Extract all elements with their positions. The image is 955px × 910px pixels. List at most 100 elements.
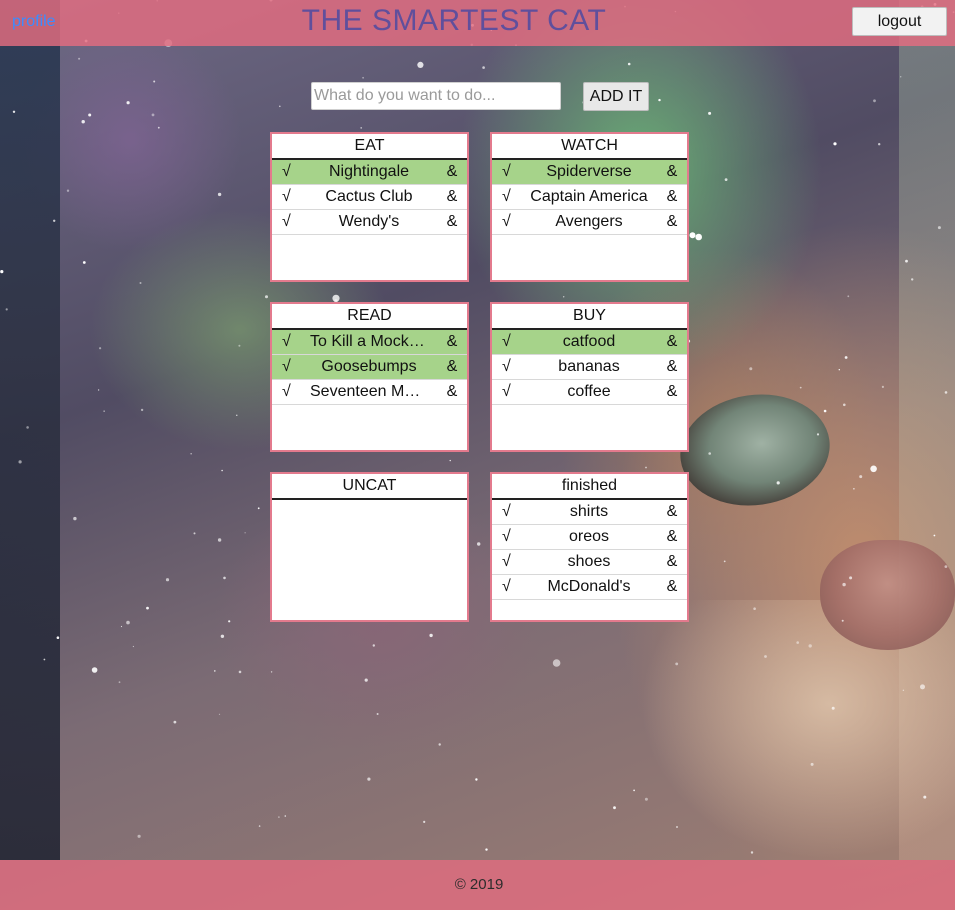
todo-item-row: √ Goosebumps & <box>272 355 467 380</box>
star <box>881 385 885 388</box>
category-card-read: READ √To Kill a Mockingbird&√Goosebumps&… <box>270 302 469 452</box>
check-icon[interactable]: √ <box>502 185 522 209</box>
star <box>449 459 451 462</box>
star <box>676 826 678 828</box>
todo-item-row: √ bananas & <box>492 355 687 380</box>
star <box>120 625 123 628</box>
star <box>18 460 22 464</box>
add-it-button[interactable]: ADD IT <box>583 82 649 111</box>
star <box>360 127 363 129</box>
ampersand-icon[interactable]: & <box>665 525 679 549</box>
check-icon[interactable]: √ <box>282 210 302 234</box>
check-icon[interactable]: √ <box>282 185 302 209</box>
check-icon[interactable]: √ <box>502 500 522 524</box>
star <box>723 560 726 563</box>
star <box>842 582 846 587</box>
ampersand-icon[interactable]: & <box>665 160 679 184</box>
star <box>933 534 936 537</box>
check-icon[interactable]: √ <box>502 550 522 574</box>
star <box>831 706 835 710</box>
ampersand-icon[interactable]: & <box>445 210 459 234</box>
category-title: WATCH <box>492 134 687 160</box>
star <box>173 720 177 724</box>
star <box>689 232 696 239</box>
star <box>844 356 848 359</box>
todo-item-text: bananas <box>558 358 620 375</box>
star <box>228 620 231 623</box>
ampersand-icon[interactable]: & <box>445 355 459 379</box>
ampersand-icon[interactable]: & <box>665 550 679 574</box>
check-icon[interactable]: √ <box>502 210 522 234</box>
star <box>417 61 424 68</box>
check-icon[interactable]: √ <box>502 525 522 549</box>
star <box>258 825 261 827</box>
category-card-uncat: UNCAT <box>270 472 469 622</box>
ampersand-icon[interactable]: & <box>665 355 679 379</box>
star <box>56 636 60 639</box>
todo-item-row: √ Wendy's & <box>272 210 467 235</box>
star <box>902 689 905 691</box>
ampersand-icon[interactable]: & <box>445 330 459 354</box>
todo-item-row: √ Avengers & <box>492 210 687 235</box>
ampersand-icon[interactable]: & <box>665 575 679 599</box>
check-icon[interactable]: √ <box>282 160 302 184</box>
star <box>372 644 375 647</box>
star <box>5 308 8 311</box>
star <box>644 797 648 801</box>
star <box>920 684 925 690</box>
star <box>841 619 844 622</box>
star <box>218 713 221 715</box>
star <box>132 645 134 648</box>
check-icon[interactable]: √ <box>282 380 302 404</box>
ampersand-icon[interactable]: & <box>665 185 679 209</box>
check-icon[interactable]: √ <box>282 355 302 379</box>
todo-item-row: √ Cactus Club & <box>272 185 467 210</box>
todo-input[interactable] <box>311 82 561 110</box>
star <box>66 189 70 192</box>
star <box>870 465 877 473</box>
star <box>91 667 98 673</box>
star <box>238 670 242 674</box>
star <box>923 795 927 799</box>
star <box>764 655 767 658</box>
footer-bar: © 2019 <box>0 860 955 910</box>
star <box>833 142 837 146</box>
star <box>695 233 702 241</box>
star <box>847 295 850 298</box>
logout-button[interactable]: logout <box>852 7 947 36</box>
check-icon[interactable]: √ <box>282 330 302 354</box>
check-icon[interactable]: √ <box>502 380 522 404</box>
item-list: √ Nightingale & √ Cactus Club & √ Wendy's & <box>272 160 467 235</box>
ampersand-icon[interactable]: & <box>445 380 459 404</box>
ampersand-icon[interactable]: & <box>665 330 679 354</box>
star <box>905 259 908 263</box>
check-icon[interactable]: √ <box>502 575 522 599</box>
todo-item-text: oreos <box>568 528 610 545</box>
star <box>675 662 679 666</box>
ampersand-icon[interactable]: & <box>665 500 679 524</box>
check-icon[interactable]: √ <box>502 160 522 184</box>
star <box>613 806 616 810</box>
star <box>724 178 728 182</box>
star <box>823 409 827 413</box>
star <box>279 105 281 108</box>
todo-item-text: catfood <box>562 333 616 350</box>
ampersand-icon[interactable]: & <box>445 185 459 209</box>
ampersand-icon[interactable]: & <box>665 210 679 234</box>
todo-item-text: shoes <box>567 553 611 570</box>
check-icon[interactable]: √ <box>502 330 522 354</box>
todo-item-text: Wendy's <box>338 213 400 230</box>
category-title: UNCAT <box>272 474 467 500</box>
star <box>146 606 149 610</box>
star <box>799 386 802 389</box>
check-icon[interactable]: √ <box>502 355 522 379</box>
star <box>552 659 561 667</box>
star <box>708 111 712 115</box>
ampersand-icon[interactable]: & <box>665 380 679 404</box>
star <box>88 113 92 117</box>
star <box>477 542 481 546</box>
star <box>140 408 144 412</box>
star <box>118 681 121 684</box>
star <box>193 532 196 535</box>
ampersand-icon[interactable]: & <box>445 160 459 184</box>
